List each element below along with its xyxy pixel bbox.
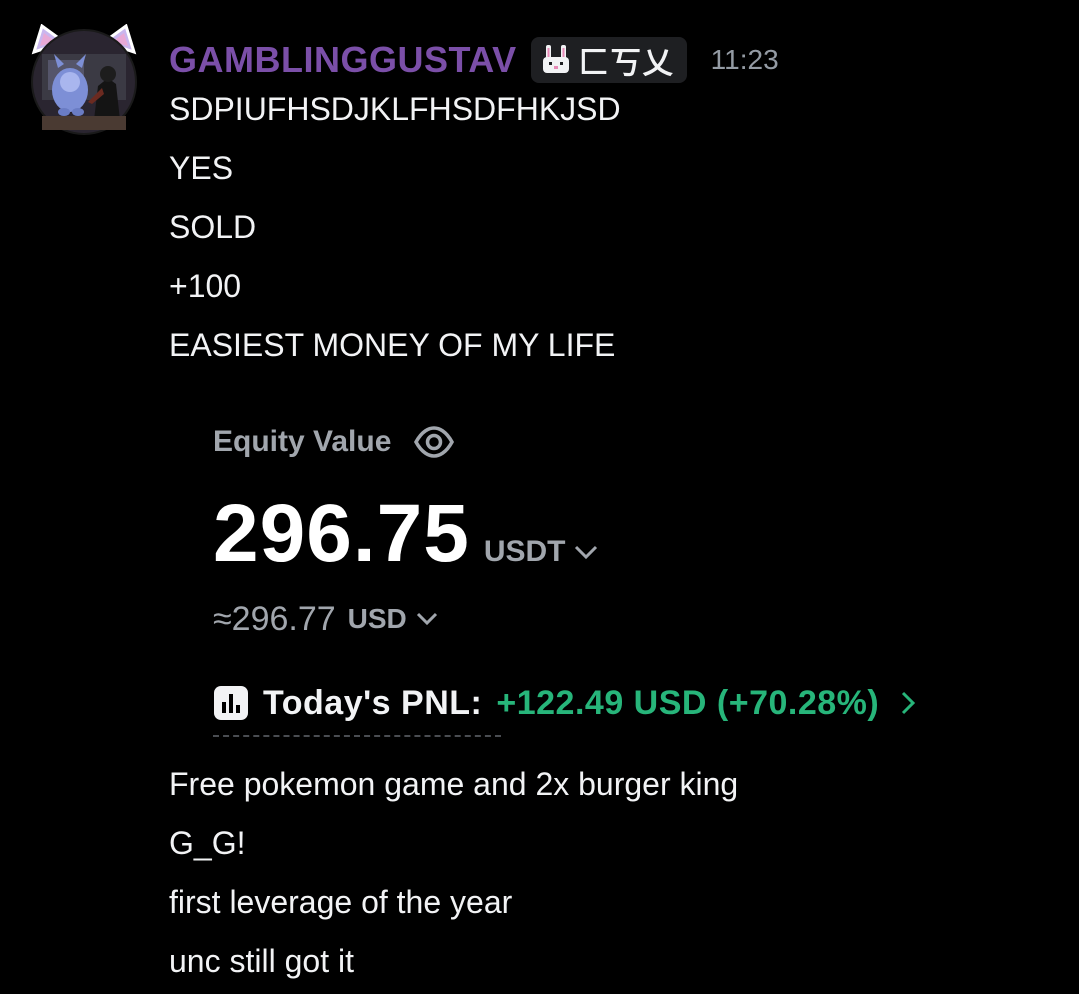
message: GAMBLINGGUSTAV 匚丂乂 11:23 SDPIUFHSDJKLFHS… (169, 34, 1049, 991)
message-line: Free pokemon game and 2x burger king (169, 766, 739, 802)
equity-value: 296.75 (213, 488, 470, 579)
approx-value: ≈296.77 (213, 599, 336, 638)
bar-chart-icon (213, 685, 249, 721)
message-lines-after: Free pokemon game and 2x burger king G_G… (169, 755, 1049, 991)
chevron-right-icon (899, 689, 917, 717)
pnl-row: Today's PNL: +122.49 USD (+70.28%) (213, 679, 1013, 737)
approx-value-row: ≈296.77 USD (213, 597, 1013, 641)
clan-tag[interactable]: 匚丂乂 (530, 37, 687, 83)
username[interactable]: GAMBLINGGUSTAV (169, 39, 517, 81)
message-line: SOLD (169, 209, 257, 245)
pnl-label: Today's PNL: (263, 683, 483, 722)
chat-view: GAMBLINGGUSTAV 匚丂乂 11:23 SDPIUFHSDJKLFHS… (0, 0, 1079, 994)
timestamp: 11:23 (710, 44, 779, 75)
chevron-down-icon (415, 611, 439, 627)
message-line: YES (169, 150, 234, 186)
avatar[interactable] (28, 24, 140, 136)
equity-header: Equity Value (213, 417, 1013, 467)
pnl-label-underline (213, 735, 501, 737)
avatar-cat-ears-icon (31, 24, 137, 135)
message-line: +100 (169, 268, 242, 304)
equity-screenshot-attachment[interactable]: Equity Value 296.75 USDT ≈296.77 USD Tod… (213, 417, 1013, 747)
pnl-value: +122.49 USD (+70.28%) (496, 683, 880, 722)
message-line: EASIEST MONEY OF MY LIFE (169, 327, 616, 363)
equity-value-row: 296.75 USDT (213, 487, 1013, 581)
equity-label: Equity Value (213, 425, 392, 458)
clan-tag-text: 匚丂乂 (578, 47, 675, 80)
message-line: unc still got it (169, 943, 354, 979)
message-line: first leverage of the year (169, 884, 513, 920)
eye-icon (413, 425, 455, 459)
message-line: SDPIUFHSDJKLFHSDFHKJSD (169, 91, 621, 127)
equity-unit: USDT (483, 535, 566, 568)
message-header: GAMBLINGGUSTAV 匚丂乂 11:23 (169, 34, 1049, 86)
message-line: G_G! (169, 825, 246, 861)
approx-unit: USD (347, 603, 407, 634)
rabbit-icon (542, 45, 569, 73)
chevron-down-icon (573, 543, 599, 561)
